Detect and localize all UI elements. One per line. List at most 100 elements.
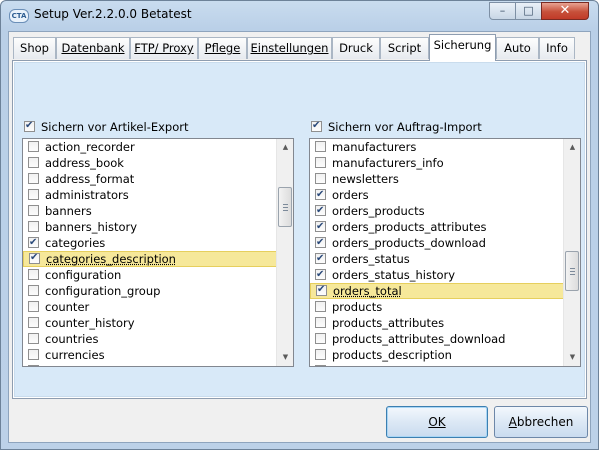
checkbox-icon[interactable] [28, 349, 39, 360]
scroll-thumb[interactable] [565, 251, 579, 291]
checkbox-icon[interactable] [28, 365, 39, 366]
checkbox-icon[interactable] [315, 333, 326, 344]
list-item[interactable]: products_attributes [310, 315, 564, 331]
list-item[interactable]: orders_products [310, 203, 564, 219]
backup-before-order-import-checkbox[interactable]: Sichern vor Auftrag-Import [311, 119, 482, 134]
backup-before-order-import-label: Sichern vor Auftrag-Import [328, 120, 482, 134]
list-item[interactable]: products_notifications [310, 363, 564, 366]
list-item-label: manufacturers [332, 140, 417, 154]
tab-auto[interactable]: Auto [496, 37, 539, 59]
tab-info[interactable]: Info [539, 37, 575, 59]
checkbox-icon[interactable] [28, 141, 39, 152]
tab-einstellungen[interactable]: Einstellungen [247, 37, 332, 59]
list-item-label: orders_products_attributes [332, 220, 487, 234]
list-item-label: products [332, 300, 383, 314]
close-button[interactable]: ✕ [541, 2, 589, 20]
list-item[interactable]: products_attributes_download [310, 331, 564, 347]
checkbox-icon[interactable] [28, 269, 39, 280]
checkbox-icon[interactable] [28, 235, 39, 251]
checkbox-icon[interactable] [315, 173, 326, 184]
checkbox-icon[interactable] [315, 301, 326, 312]
tab-strip: Shop Datenbank FTP/ Proxy Pflege Einstel… [9, 32, 590, 62]
checkbox-icon[interactable] [315, 349, 326, 360]
list-item[interactable]: banners [23, 203, 277, 219]
checkbox-icon[interactable] [315, 317, 326, 328]
checkbox-icon[interactable] [315, 235, 326, 251]
maximize-button[interactable]: □ [515, 2, 542, 20]
list-item-label: customers [45, 364, 105, 366]
list-item[interactable]: address_book [23, 155, 277, 171]
list-item[interactable]: products_description [310, 347, 564, 363]
checkbox-icon[interactable] [315, 267, 326, 283]
list-item[interactable]: orders_status_history [310, 267, 564, 283]
tab-sicherung[interactable]: Sicherung [429, 34, 496, 61]
minimize-button[interactable]: – [489, 2, 516, 20]
article-export-table-list[interactable]: action_recorder address_book address_forma… [22, 138, 294, 367]
tab-ftp-proxy[interactable]: FTP/ Proxy [130, 37, 198, 59]
list-item[interactable]: administrators [23, 187, 277, 203]
checkbox-icon[interactable] [28, 189, 39, 200]
ok-button[interactable]: OK [386, 406, 488, 438]
checkbox-icon[interactable] [28, 205, 39, 216]
list-item[interactable]: orders_total [310, 283, 564, 299]
list-item[interactable]: orders_products_attributes [310, 219, 564, 235]
checkbox-icon[interactable] [28, 333, 39, 344]
list-item-label: counter_history [45, 316, 135, 330]
list-item[interactable]: categories_description [23, 251, 277, 267]
tab-datenbank[interactable]: Datenbank [56, 37, 130, 59]
checkbox-icon[interactable] [28, 317, 39, 328]
checkbox-icon[interactable] [29, 251, 40, 265]
checkbox-icon[interactable] [315, 365, 326, 366]
checkbox-icon[interactable] [315, 251, 326, 267]
checkbox-icon[interactable] [316, 283, 327, 297]
list-item[interactable]: configuration_group [23, 283, 277, 299]
list-item[interactable]: manufacturers_info [310, 155, 564, 171]
list-item[interactable]: orders_status [310, 251, 564, 267]
list-item-label: products_description [332, 348, 452, 362]
order-import-table-list[interactable]: manufacturers manufacturers_info newslette… [309, 138, 581, 367]
checkbox-icon[interactable] [28, 221, 39, 232]
checkbox-icon[interactable] [28, 173, 39, 184]
list-item[interactable]: manufacturers [310, 139, 564, 155]
checkbox-icon[interactable] [315, 219, 326, 235]
list-item[interactable]: action_recorder [23, 139, 277, 155]
checkbox-icon[interactable] [315, 187, 326, 203]
scroll-down-icon[interactable]: ▼ [565, 349, 580, 366]
backup-before-article-export-checkbox[interactable]: Sichern vor Artikel-Export [24, 119, 189, 134]
list-item[interactable]: countries [23, 331, 277, 347]
article-export-scrollbar[interactable]: ▲ ▼ [276, 139, 293, 366]
list-item[interactable]: banners_history [23, 219, 277, 235]
list-item[interactable]: orders [310, 187, 564, 203]
checkbox-icon[interactable] [315, 203, 326, 219]
tab-shop[interactable]: Shop [13, 37, 56, 59]
order-import-scrollbar[interactable]: ▲ ▼ [563, 139, 580, 366]
list-item[interactable]: currencies [23, 347, 277, 363]
checkbox-icon[interactable] [28, 301, 39, 312]
grip-line [283, 207, 288, 208]
scroll-up-icon[interactable]: ▲ [278, 139, 293, 156]
list-item[interactable]: categories [23, 235, 277, 251]
checkbox-icon[interactable] [315, 141, 326, 152]
scroll-down-icon[interactable]: ▼ [278, 349, 293, 366]
list-item[interactable]: counter [23, 299, 277, 315]
dialog-footer: OK Abbrechen [9, 402, 590, 442]
checkbox-icon[interactable] [315, 157, 326, 168]
title-bar[interactable]: CTA Setup Ver.2.2.0.0 Betatest – □ ✕ [1, 1, 598, 29]
list-item[interactable]: newsletters [310, 171, 564, 187]
list-item[interactable]: counter_history [23, 315, 277, 331]
list-item[interactable]: products [310, 299, 564, 315]
list-item[interactable]: customers [23, 363, 277, 366]
list-item[interactable]: address_format [23, 171, 277, 187]
tab-script[interactable]: Script [380, 37, 429, 59]
cancel-button[interactable]: Abbrechen [494, 406, 588, 438]
list-item[interactable]: configuration [23, 267, 277, 283]
tab-pflege[interactable]: Pflege [198, 37, 247, 59]
checkbox-icon[interactable] [28, 157, 39, 168]
window-title: Setup Ver.2.2.0.0 Betatest [34, 7, 192, 21]
list-item[interactable]: orders_products_download [310, 235, 564, 251]
checkbox-icon[interactable] [28, 285, 39, 296]
tab-druck[interactable]: Druck [332, 37, 380, 59]
list-item-label: countries [45, 332, 99, 346]
scroll-up-icon[interactable]: ▲ [565, 139, 580, 156]
scroll-thumb[interactable] [278, 187, 292, 227]
